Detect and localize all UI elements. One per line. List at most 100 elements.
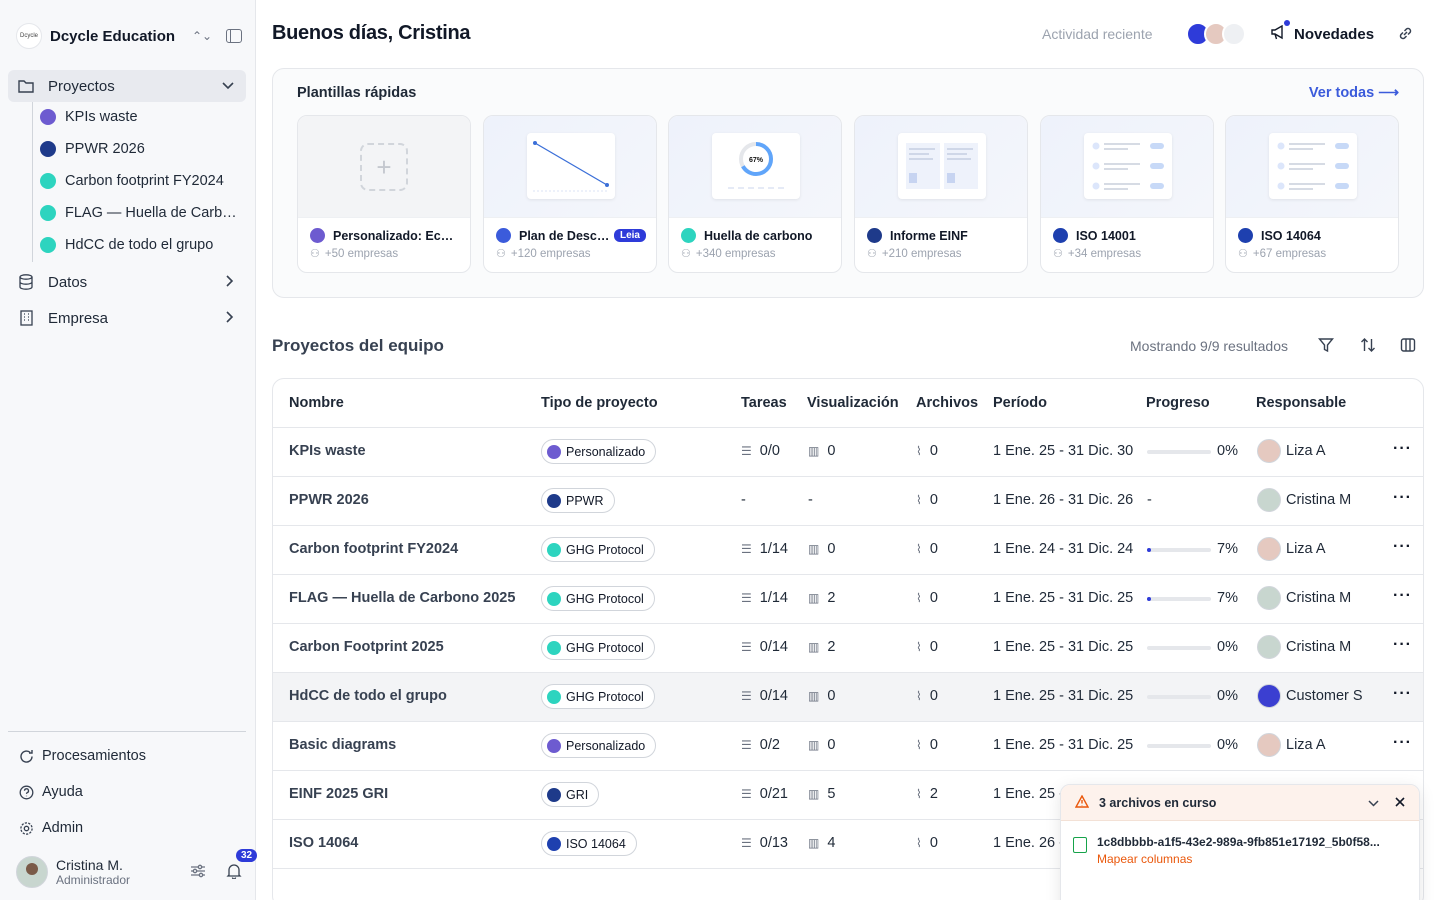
sidebar-item-proyectos[interactable]: Proyectos xyxy=(8,70,246,102)
progress-value: 0% xyxy=(1217,688,1238,704)
avatar xyxy=(1222,22,1246,46)
column-header[interactable]: Nombre xyxy=(289,395,344,411)
recent-activity-label[interactable]: Actividad reciente xyxy=(1042,26,1153,42)
filter-icon[interactable] xyxy=(1318,337,1334,357)
more-options-icon[interactable]: ··· xyxy=(1393,587,1412,605)
sidebar-project-item[interactable]: Carbon footprint FY2024 xyxy=(40,166,244,196)
plus-icon: + xyxy=(360,143,408,191)
template-card[interactable]: Plan de DescarbonizaciónLeia ⚇ +120 empres… xyxy=(483,115,657,273)
chevron-right-icon[interactable] xyxy=(226,310,234,326)
sidebar-item-admin[interactable]: Admin xyxy=(18,816,83,840)
more-options-icon[interactable]: ··· xyxy=(1393,538,1412,556)
template-card[interactable]: + Personalizado: Economía circular ⚇ +50 em… xyxy=(297,115,471,273)
template-card[interactable]: ISO 14001 ⚇ +34 empresas xyxy=(1040,115,1214,273)
map-columns-link[interactable]: Mapear columnas xyxy=(1097,852,1403,866)
close-icon[interactable] xyxy=(1395,795,1405,810)
more-options-icon[interactable]: ··· xyxy=(1393,440,1412,458)
more-options-icon[interactable]: ··· xyxy=(1393,489,1412,507)
user-profile[interactable]: Cristina M. Administrador 32 xyxy=(16,848,258,889)
link-icon[interactable] xyxy=(1397,25,1414,45)
tasks-value: 0/13 xyxy=(759,835,788,851)
bell-icon[interactable]: 32 xyxy=(226,848,258,882)
project-name[interactable]: ISO 14064 xyxy=(289,835,358,851)
sidebar-item-empresa[interactable]: Empresa xyxy=(8,302,246,334)
files-value: 0 xyxy=(929,737,938,753)
org-switcher[interactable]: Dcycle Dcycle Education ⌃⌄ xyxy=(16,22,242,50)
progress-value: - xyxy=(1147,492,1152,508)
project-name[interactable]: Basic diagrams xyxy=(289,737,396,753)
progress-value: 0% xyxy=(1217,443,1238,459)
owner[interactable]: Cristina M xyxy=(1257,488,1351,512)
avatar xyxy=(1257,488,1281,512)
sidebar-item-procesamientos[interactable]: Procesamientos xyxy=(18,744,146,768)
chevron-down-icon[interactable] xyxy=(222,79,234,93)
bar-chart-icon: ▥ xyxy=(808,640,820,654)
more-options-icon[interactable]: ··· xyxy=(1393,685,1412,703)
template-type-icon xyxy=(1238,228,1253,243)
project-label: PPWR 2026 xyxy=(65,141,145,157)
column-header[interactable]: Tareas xyxy=(741,395,787,411)
table-row[interactable]: Basic diagrams Personalizado ☰ 0/2 ▥ 0 ⌇ 0 1 Ene… xyxy=(273,722,1423,771)
paperclip-icon: ⌇ xyxy=(916,787,922,801)
chevron-right-icon[interactable] xyxy=(226,274,234,290)
sidebar-project-item[interactable]: PPWR 2026 xyxy=(40,134,244,164)
template-thumbnail xyxy=(484,116,656,218)
owner[interactable]: Liza A xyxy=(1257,439,1326,463)
table-row[interactable]: FLAG — Huella de Carbono 2025 GHG Protoco… xyxy=(273,575,1423,624)
column-header[interactable]: Progreso xyxy=(1146,395,1210,411)
sidebar-project-item[interactable]: FLAG — Huella de Carbono 2025 xyxy=(40,198,244,228)
columns-icon[interactable] xyxy=(1400,337,1416,357)
project-name[interactable]: KPIs waste xyxy=(289,443,366,459)
project-name[interactable]: EINF 2025 GRI xyxy=(289,786,388,802)
template-name: Plan de Descarbonización xyxy=(519,228,614,243)
tasks-value: 0/14 xyxy=(759,688,788,704)
project-name[interactable]: FLAG — Huella de Carbono 2025 xyxy=(289,590,515,606)
sidebar-item-ayuda[interactable]: Ayuda xyxy=(18,780,83,804)
more-options-icon[interactable]: ··· xyxy=(1393,734,1412,752)
template-card[interactable]: ISO 14064 ⚇ +67 empresas xyxy=(1225,115,1399,273)
table-row[interactable]: KPIs waste Personalizado ☰ 0/0 ▥ 0 ⌇ 0 1 Ene. 25… xyxy=(273,428,1423,477)
owner[interactable]: Liza A xyxy=(1257,733,1326,757)
project-type-label: GHG Protocol xyxy=(566,542,644,557)
visualization-cell: ▥ 4 xyxy=(808,835,835,851)
template-card[interactable]: 67% Huella de carbono ⚇ +340 empresas xyxy=(668,115,842,273)
template-type-icon xyxy=(867,228,882,243)
template-card[interactable]: Informe EINF ⚇ +210 empresas xyxy=(854,115,1028,273)
owner[interactable]: Liza A xyxy=(1257,537,1326,561)
column-header[interactable]: Visualización xyxy=(807,395,899,411)
project-name[interactable]: HdCC de todo el grupo xyxy=(289,688,447,704)
file-spreadsheet-icon xyxy=(1073,837,1087,853)
owner[interactable]: Customer S xyxy=(1257,684,1363,708)
recent-activity-avatars[interactable] xyxy=(1186,22,1246,46)
news-button[interactable]: Novedades xyxy=(1270,20,1374,44)
table-row[interactable]: HdCC de todo el grupo GHG Protocol ☰ 0/14 ▥ 0… xyxy=(273,673,1423,722)
column-header[interactable]: Período xyxy=(993,395,1047,411)
template-count: +34 empresas xyxy=(1067,247,1142,260)
sidebar-item-datos[interactable]: Datos xyxy=(8,266,246,298)
project-name[interactable]: PPWR 2026 xyxy=(289,492,369,508)
view-all-link[interactable]: Ver todas ⟶ xyxy=(1309,85,1399,101)
owner[interactable]: Cristina M xyxy=(1257,586,1351,610)
sidebar-collapse-icon[interactable] xyxy=(226,29,242,43)
project-name[interactable]: Carbon footprint FY2024 xyxy=(289,541,458,557)
column-header[interactable]: Tipo de proyecto xyxy=(541,395,658,411)
column-header[interactable]: Responsable xyxy=(1256,395,1346,411)
table-row[interactable]: Carbon footprint FY2024 GHG Protocol ☰ 1/14… xyxy=(273,526,1423,575)
files-cell: ⌇ 0 xyxy=(916,737,938,753)
more-options-icon[interactable]: ··· xyxy=(1393,636,1412,654)
sidebar-project-item[interactable]: HdCC de todo el grupo xyxy=(40,230,244,260)
tasks-cell: ☰ 0/13 xyxy=(741,835,788,851)
sort-icon[interactable] xyxy=(1360,337,1376,357)
sliders-icon[interactable] xyxy=(190,864,210,881)
paperclip-icon: ⌇ xyxy=(916,836,922,850)
owner[interactable]: Cristina M xyxy=(1257,635,1351,659)
period-cell: 1 Ene. 25 - 31 Dic. 25 xyxy=(993,639,1134,655)
table-row[interactable]: Carbon Footprint 2025 GHG Protocol ☰ 0/14 ▥ 2… xyxy=(273,624,1423,673)
project-name[interactable]: Carbon Footprint 2025 xyxy=(289,639,444,655)
sidebar-project-item[interactable]: KPIs waste xyxy=(40,102,244,132)
column-header[interactable]: Archivos xyxy=(916,395,978,411)
period-cell: 1 Ene. 25 - 31 Dic. 25 xyxy=(993,688,1134,704)
chevron-down-icon[interactable] xyxy=(1368,795,1379,810)
chevron-up-down-icon[interactable]: ⌃⌄ xyxy=(192,29,212,43)
table-row[interactable]: PPWR 2026 PPWR - - ⌇ 0 1 Ene. 26 - 31 Dic. 26-… xyxy=(273,477,1423,526)
